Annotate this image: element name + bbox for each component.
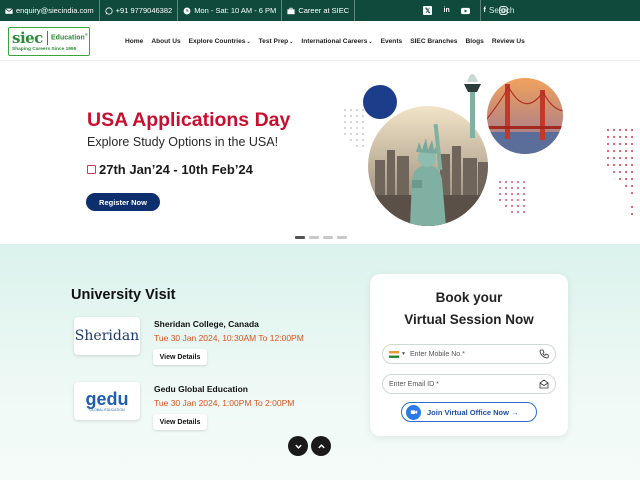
nav-menu: Home About Us Explore Countries⌄ Test Prep⌄… [125, 21, 525, 61]
logo-divider [47, 31, 48, 45]
video-icon [406, 404, 421, 420]
nav-item-explore-countries[interactable]: Explore Countries⌄ [189, 38, 251, 45]
siec-logo[interactable]: siec Education® Shaping Careers Since 19… [8, 27, 90, 56]
nav-item-international-careers[interactable]: International Careers⌄ [301, 38, 372, 45]
nav-item-blogs[interactable]: Blogs [465, 38, 483, 45]
main-navigation: siec Education® Shaping Careers Since 19… [0, 21, 640, 61]
top-info-bar: enquiry@siecindia.com +91 9779046382 Mon… [0, 0, 640, 21]
chevron-down-icon: ⌄ [289, 38, 294, 45]
hero-subtitle: Explore Study Options in the USA! [87, 135, 279, 149]
clock-icon [183, 7, 191, 14]
x-icon[interactable]: 𝕏 [423, 6, 433, 15]
mobile-placeholder: Enter Mobile No.* [409, 350, 465, 358]
nav-item-label: Review Us [491, 37, 525, 45]
nav-item-label: About Us [151, 37, 181, 45]
events-section: University Visit Sheridan Sheridan Colle… [0, 244, 640, 480]
nav-item-label: Test Prep [258, 37, 289, 45]
nav-item-label: International Careers [301, 37, 368, 45]
mail-icon [5, 7, 13, 14]
university-visit-title: University Visit [71, 287, 176, 303]
nav-item-about-us[interactable]: About Us [151, 38, 180, 45]
nav-item-label: SIEC Branches [410, 37, 458, 45]
view-details-button[interactable]: View Details [153, 349, 207, 365]
nav-item-test-prep[interactable]: Test Prep⌄ [259, 38, 294, 45]
hours-text: Mon - Sat: 10 AM - 6 PM [194, 6, 277, 15]
email-text: enquiry@siecindia.com [16, 6, 94, 15]
chevron-down-icon: ⌄ [368, 38, 373, 45]
carousel-dot-3[interactable] [323, 236, 333, 239]
career-link[interactable]: Career at SIEC [282, 0, 356, 21]
nav-item-review-us[interactable]: Review Us [492, 38, 525, 45]
chevron-down-icon: ⌄ [246, 38, 251, 45]
logo-brand: siec [12, 29, 43, 47]
logo-suffix: Education® [51, 32, 88, 42]
mobile-field[interactable]: ▼ Enter Mobile No.* [382, 344, 556, 364]
carousel-dot-1[interactable] [295, 236, 305, 239]
email-placeholder: Enter Email ID * [389, 380, 439, 388]
hero-banner: USA Applications Day Explore Study Optio… [0, 62, 640, 244]
search-input[interactable]: Search [480, 0, 640, 21]
youtube-icon[interactable] [461, 6, 471, 15]
nav-item-siec-branches[interactable]: SIEC Branches [410, 38, 457, 45]
booking-card: Book your Virtual Session Now ▼ Enter Mo… [370, 274, 568, 436]
phone-contact[interactable]: +91 9779046382 [100, 0, 179, 21]
booking-title-line1: Book your [435, 290, 503, 305]
chevron-down-icon [294, 444, 302, 449]
nav-item-home[interactable]: Home [125, 38, 143, 45]
linkedin-icon[interactable]: in [442, 6, 451, 15]
gedu-logo-text: gedu [85, 388, 129, 409]
search-placeholder: Search [489, 6, 515, 15]
nav-item-label: Home [125, 37, 144, 45]
gedu-logo-sub: GLOBAL EDUCATION [89, 407, 125, 412]
nav-item-label: Explore Countries [188, 37, 246, 45]
hero-dates-text: 27th Jan’24 - 10th Feb’24 [99, 162, 253, 177]
phone-text: +91 9779046382 [115, 6, 173, 15]
calendar-icon [87, 165, 96, 174]
chevron-up-icon [317, 443, 325, 448]
university-name: Sheridan College, Canada [154, 319, 259, 329]
phone-icon [539, 349, 549, 359]
gedu-logo: gedu GLOBAL EDUCATION [74, 382, 140, 420]
email-field[interactable]: Enter Email ID * [382, 374, 556, 394]
carousel-dot-4[interactable] [337, 236, 347, 239]
join-virtual-office-button[interactable]: Join Virtual Office Now → [401, 402, 537, 422]
scroll-up-button[interactable] [311, 436, 331, 456]
carousel-indicators [295, 236, 347, 239]
sheridan-logo-text: Sheridan [74, 328, 140, 344]
hero-dates: 27th Jan’24 - 10th Feb’24 [87, 162, 253, 177]
join-button-label: Join Virtual Office Now → [427, 407, 519, 417]
email-contact[interactable]: enquiry@siecindia.com [0, 0, 100, 21]
sheridan-logo: Sheridan [74, 317, 140, 355]
university-visit-date: Tue 30 Jan 2024, 10:30AM To 12:00PM [154, 333, 304, 343]
envelope-icon [539, 379, 549, 389]
briefcase-icon [287, 7, 295, 14]
country-dropdown-icon[interactable]: ▼ [401, 351, 406, 357]
nav-item-events[interactable]: Events [381, 38, 403, 45]
career-text: Career at SIEC [298, 6, 350, 15]
register-now-button[interactable]: Register Now [86, 193, 160, 211]
view-details-button[interactable]: View Details [153, 414, 207, 430]
university-visit-date: Tue 30 Jan 2024, 1:00PM To 2:00PM [154, 398, 295, 408]
office-hours: Mon - Sat: 10 AM - 6 PM [178, 0, 283, 21]
nav-item-label: Events [380, 37, 403, 45]
hero-illustration [344, 74, 634, 226]
hero-title: USA Applications Day [87, 109, 291, 131]
carousel-dot-2[interactable] [309, 236, 319, 239]
india-flag-icon[interactable] [389, 350, 399, 358]
logo-tagline: Shaping Careers Since 1995 [12, 47, 77, 52]
scroll-down-button[interactable] [288, 436, 308, 456]
nav-item-label: Blogs [465, 37, 484, 45]
booking-title-line2: Virtual Session Now [404, 312, 534, 327]
university-name: Gedu Global Education [154, 384, 248, 394]
whatsapp-icon [105, 6, 113, 15]
